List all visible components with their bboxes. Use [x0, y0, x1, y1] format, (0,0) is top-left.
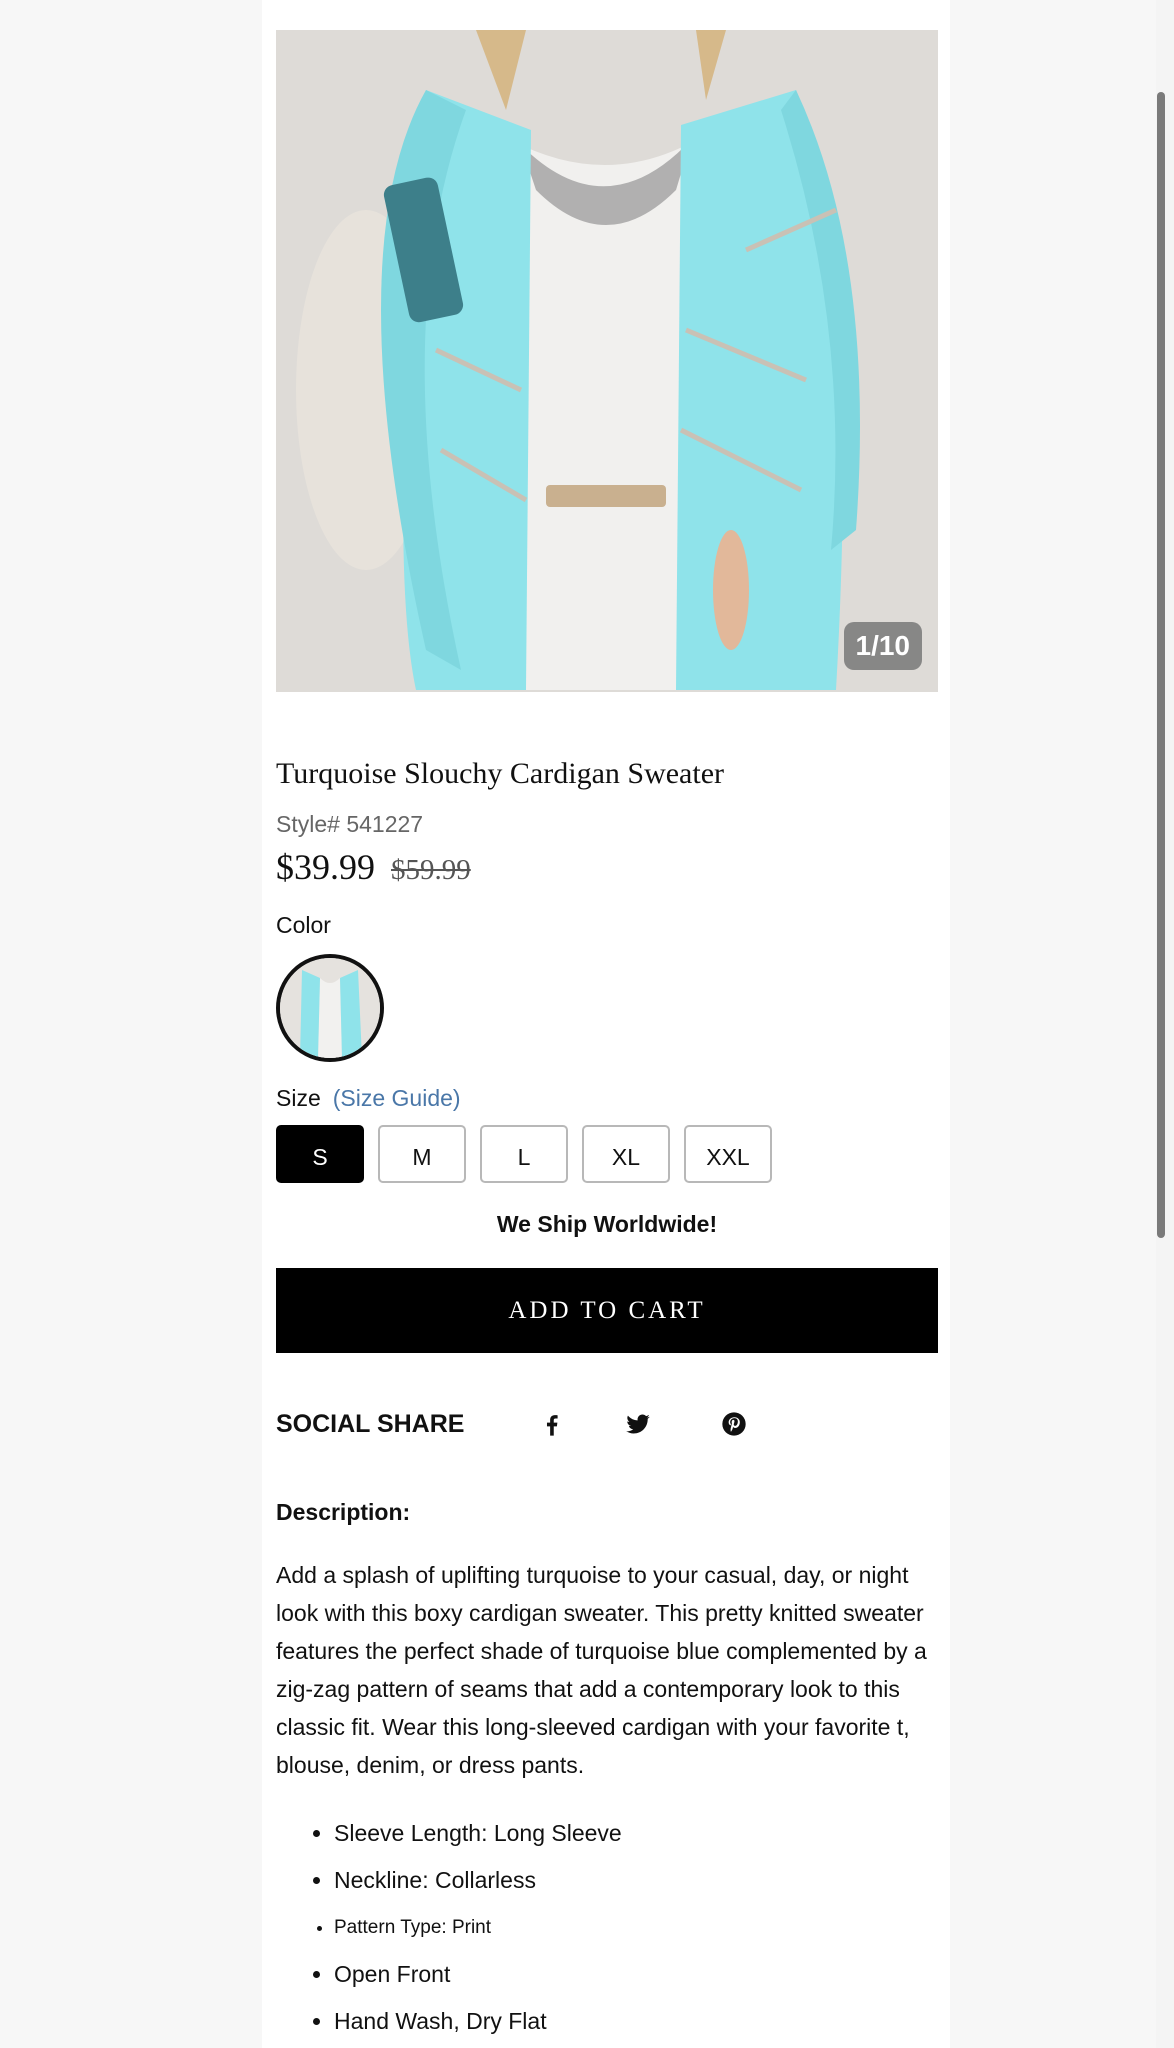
- feature-list: Sleeve Length: Long Sleeve Neckline: Col…: [276, 1810, 996, 2045]
- facebook-icon[interactable]: [538, 1410, 566, 1438]
- image-counter-badge: 1/10: [843, 622, 922, 670]
- style-number: Style# 541227: [276, 811, 424, 837]
- size-option-xxl[interactable]: XXL: [684, 1125, 772, 1183]
- shipping-note: We Ship Worldwide!: [496, 1211, 718, 1237]
- description-body: Add a splash of uplifting turquoise to y…: [276, 1562, 927, 1778]
- price-block: $39.99 $59.99: [276, 846, 938, 896]
- list-item: Open Front: [334, 1951, 996, 1998]
- list-item: Neckline: Collarless: [334, 1857, 996, 1904]
- size-row: Size (Size Guide): [276, 1080, 938, 1116]
- scrollbar-thumb[interactable]: [1157, 92, 1165, 1238]
- pinterest-icon[interactable]: [720, 1410, 748, 1438]
- product-photo-illustration: [276, 30, 938, 692]
- size-options: S M L XL XXL: [276, 1125, 938, 1183]
- size-option-l[interactable]: L: [480, 1125, 568, 1183]
- description-heading: Description:: [276, 1499, 411, 1525]
- original-price: $59.99: [391, 854, 471, 886]
- add-to-cart-button[interactable]: ADD TO CART: [276, 1268, 938, 1353]
- size-option-xl[interactable]: XL: [582, 1125, 670, 1183]
- product-page: 1/10 Turquoise Slouchy Cardigan Sweater …: [262, 0, 950, 2048]
- list-item: Pattern Type: Print: [334, 1904, 996, 1951]
- swatch-thumbnail: [280, 958, 380, 1058]
- size-label: Size: [276, 1085, 321, 1111]
- list-item: Sleeve Length: Long Sleeve: [334, 1810, 996, 1857]
- product-image[interactable]: 1/10: [276, 30, 938, 692]
- size-option-s[interactable]: S: [276, 1125, 364, 1183]
- twitter-icon[interactable]: [624, 1410, 652, 1438]
- product-title: Turquoise Slouchy Cardigan Sweater: [276, 757, 725, 790]
- list-item: Hand Wash, Dry Flat: [334, 1998, 996, 2045]
- color-swatch-turquoise[interactable]: [276, 954, 384, 1062]
- size-guide-link[interactable]: (Size Guide): [333, 1085, 461, 1111]
- social-share: SOCIAL SHARE: [276, 1402, 938, 1446]
- social-share-label: SOCIAL SHARE: [276, 1410, 465, 1438]
- current-price: $39.99: [276, 847, 375, 887]
- size-option-m[interactable]: M: [378, 1125, 466, 1183]
- color-label: Color: [276, 912, 331, 938]
